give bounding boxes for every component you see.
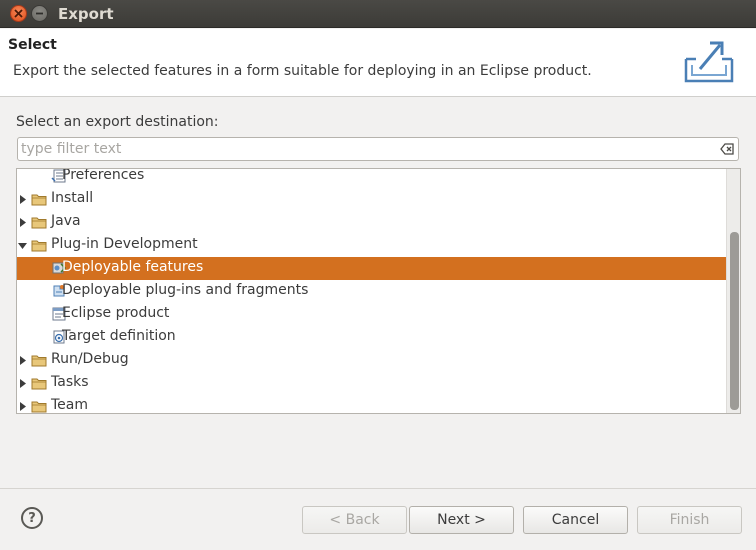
tree-item-label: Deployable features xyxy=(62,259,204,275)
minimize-icon xyxy=(36,12,43,15)
wizard-header: Select Export the selected features in a… xyxy=(0,29,756,97)
tree-item[interactable]: Team xyxy=(17,395,726,413)
button-bar-divider xyxy=(0,488,756,489)
page-description: Export the selected features in a form s… xyxy=(13,63,592,79)
tree-item-label: Team xyxy=(51,397,89,413)
finish-button[interactable]: Finish xyxy=(637,506,742,534)
help-button[interactable]: ? xyxy=(21,507,43,529)
collapsed-arrow-icon[interactable] xyxy=(18,356,27,365)
tree-item-label: Preferences xyxy=(62,168,145,183)
scrollbar-thumb[interactable] xyxy=(730,232,739,410)
help-icon: ? xyxy=(28,510,36,526)
clear-filter-icon[interactable] xyxy=(720,143,734,155)
back-button[interactable]: < Back xyxy=(302,506,407,534)
tree-item[interactable]: Install xyxy=(17,188,726,211)
minimize-window-button[interactable] xyxy=(31,5,48,22)
tree-item[interactable]: Tasks xyxy=(17,372,726,395)
folder-icon xyxy=(31,378,47,390)
filter-input[interactable] xyxy=(21,140,711,158)
tree-item[interactable]: Deployable plug-ins and fragments xyxy=(17,280,726,303)
tree-item[interactable]: Target definition xyxy=(17,326,726,349)
title-bar: Export xyxy=(0,0,756,28)
folder-icon xyxy=(31,240,47,252)
collapsed-arrow-icon[interactable] xyxy=(18,402,27,411)
tree-item-label: Target definition xyxy=(62,328,176,344)
tree-item-label: Tasks xyxy=(51,374,89,390)
next-button[interactable]: Next > xyxy=(409,506,514,534)
tree-item-label: Deployable plug-ins and fragments xyxy=(62,282,309,298)
tree-item-label: Install xyxy=(51,190,94,206)
tree-item[interactable]: Deployable features xyxy=(17,257,726,280)
expanded-arrow-icon[interactable] xyxy=(18,241,27,250)
tree-item-label: Plug-in Development xyxy=(51,236,198,252)
folder-icon xyxy=(31,401,47,413)
tree-item-label: Run/Debug xyxy=(51,351,129,367)
cancel-button[interactable]: Cancel xyxy=(523,506,628,534)
collapsed-arrow-icon[interactable] xyxy=(18,379,27,388)
tree-item-label: Java xyxy=(51,213,81,229)
export-icon xyxy=(684,41,734,83)
destination-label: Select an export destination: xyxy=(16,114,219,130)
folder-icon xyxy=(31,194,47,206)
tree-item[interactable]: Plug-in Development xyxy=(17,234,726,257)
filter-field xyxy=(17,137,739,161)
page-title: Select xyxy=(8,37,57,53)
tree-item[interactable]: Run/Debug xyxy=(17,349,726,372)
tree-item[interactable]: Preferences xyxy=(17,168,726,188)
window-title: Export xyxy=(58,5,114,23)
export-destination-tree[interactable]: Preferences Install Java Plug-in Developmen… xyxy=(16,168,741,414)
tree-item-label: Eclipse product xyxy=(62,305,170,321)
folder-icon xyxy=(31,217,47,229)
collapsed-arrow-icon[interactable] xyxy=(18,195,27,204)
close-window-button[interactable] xyxy=(10,5,27,22)
collapsed-arrow-icon[interactable] xyxy=(18,218,27,227)
folder-icon xyxy=(31,355,47,367)
close-icon xyxy=(14,9,23,18)
tree-item[interactable]: Eclipse product xyxy=(17,303,726,326)
tree-item[interactable]: Java xyxy=(17,211,726,234)
tree-scrollbar[interactable] xyxy=(726,169,740,413)
